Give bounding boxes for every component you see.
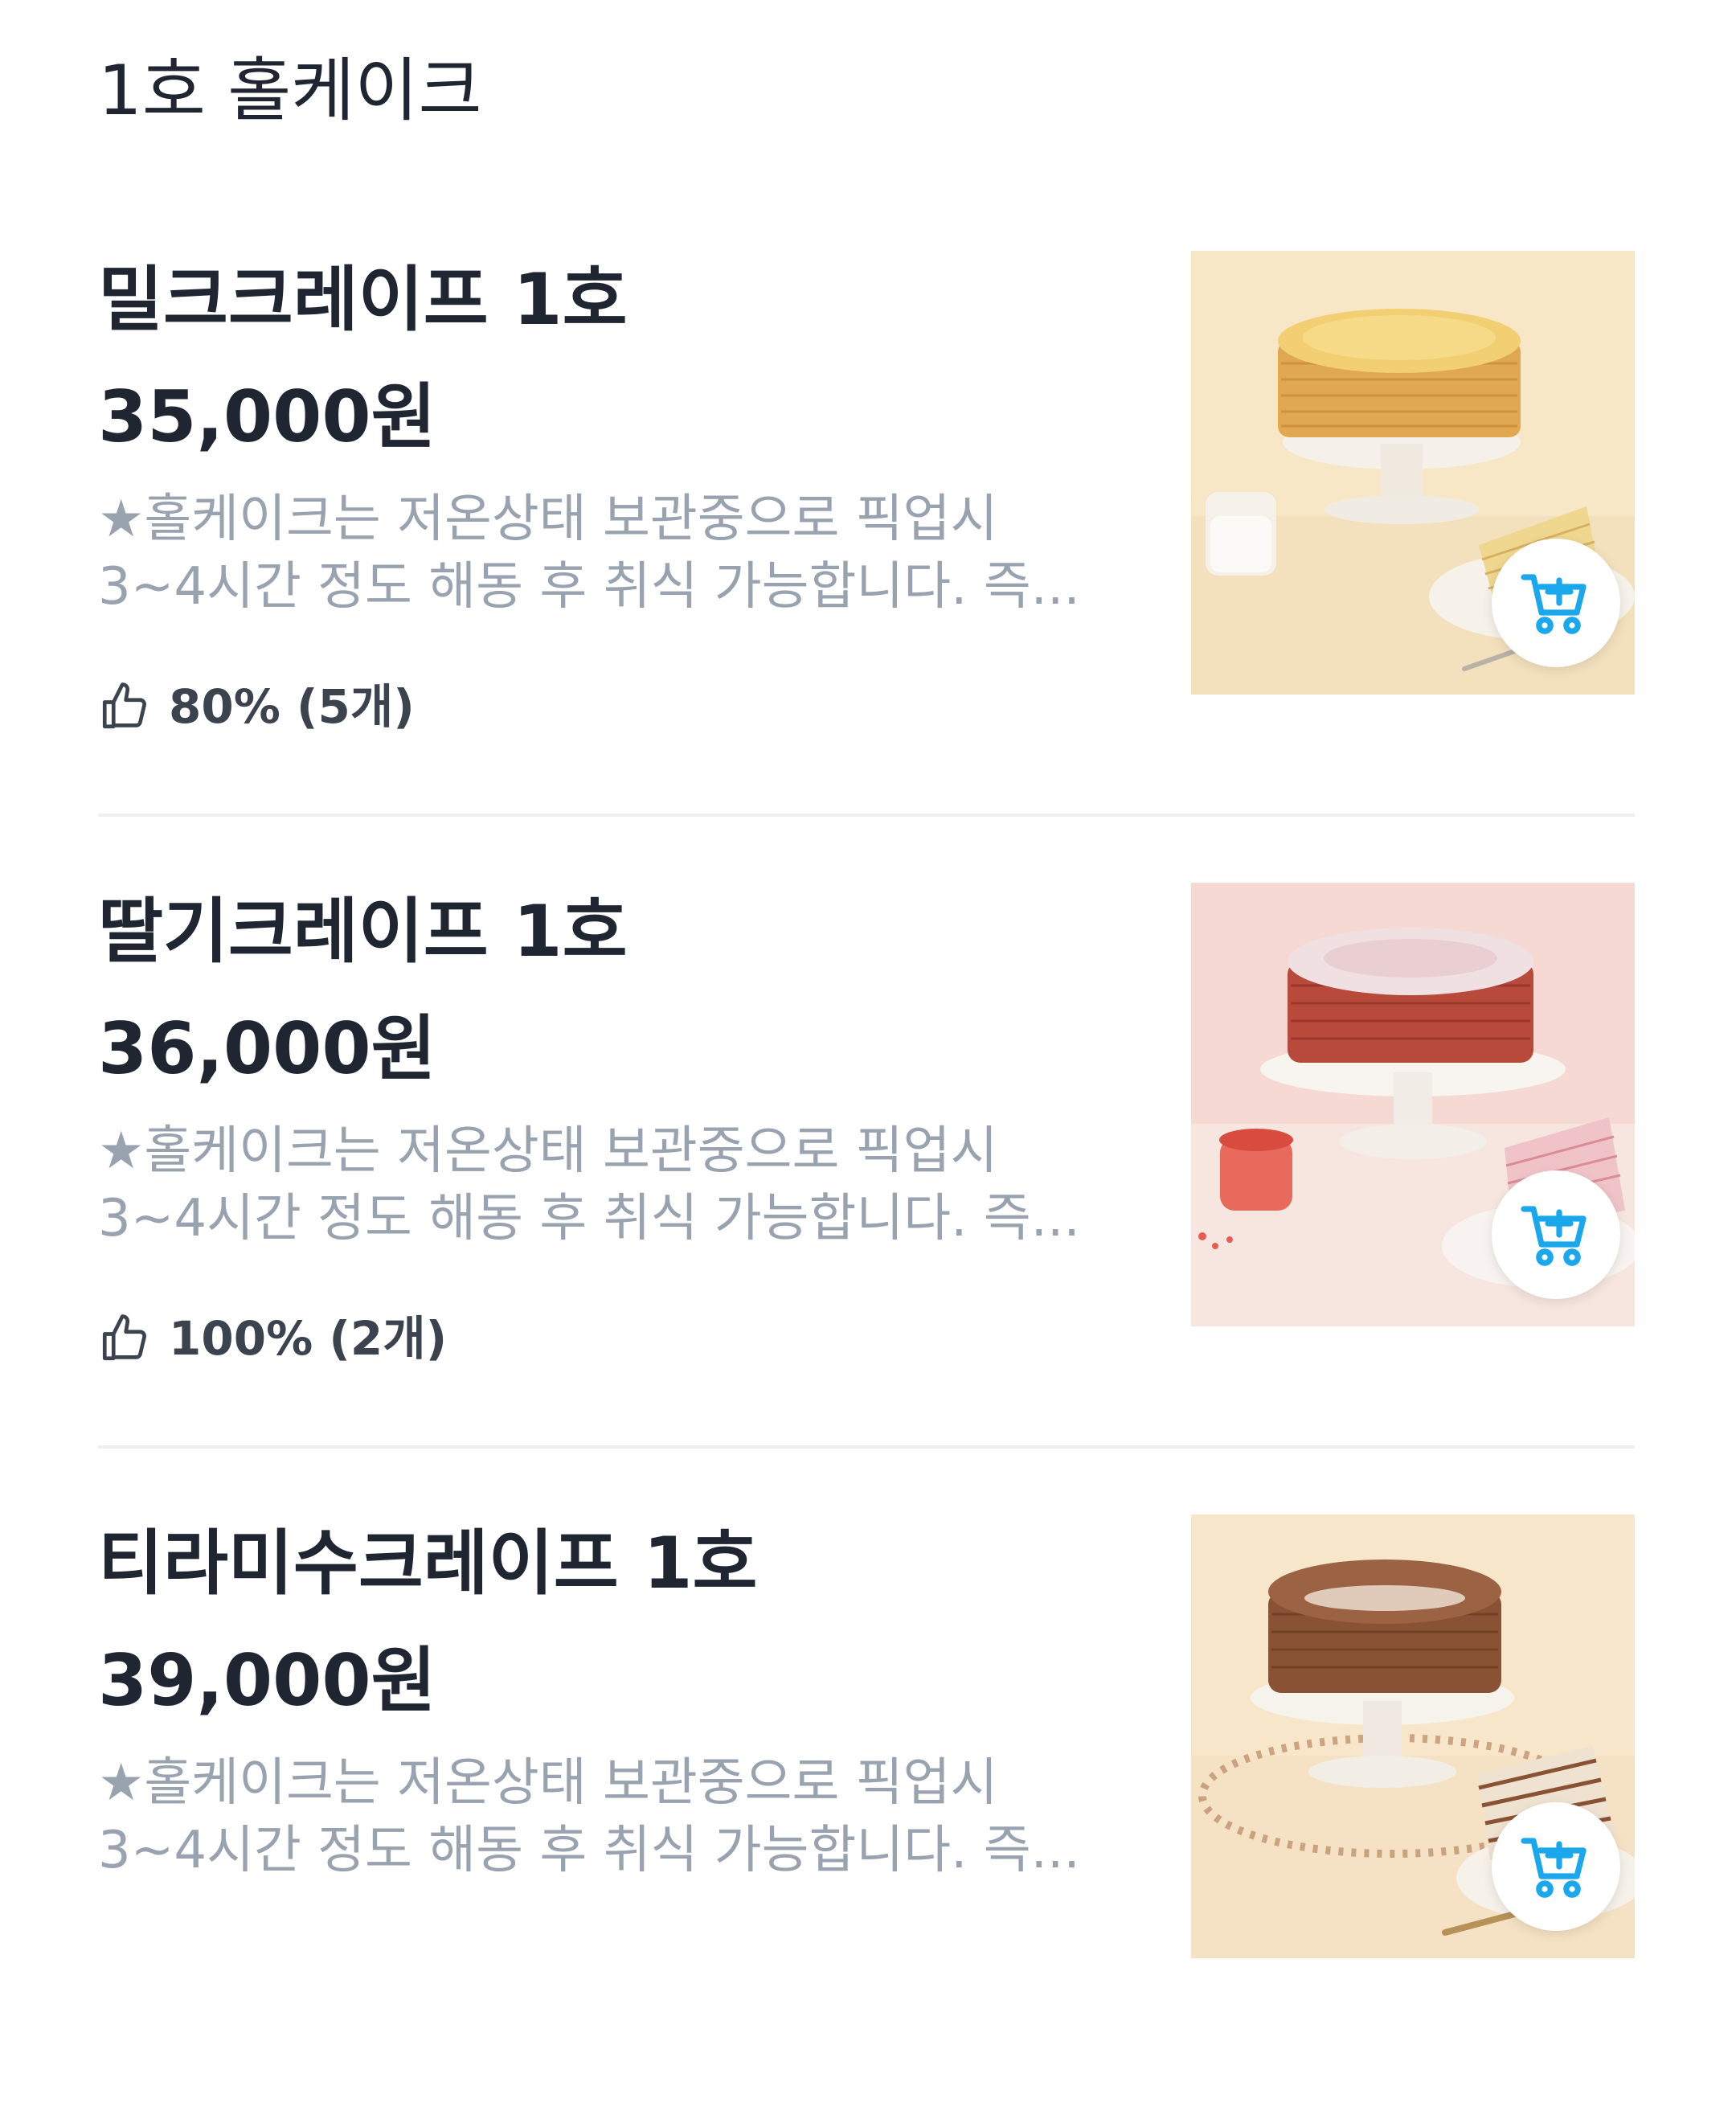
menu-item-strawberry-crepe[interactable]: 딸기크레이프 1호 36,000원 ★홀케이크는 저온상태 보관중으로 픽업시 … xyxy=(0,855,1736,1487)
cart-plus-icon xyxy=(1521,1206,1587,1266)
item-name: 티라미수크레이프 1호 xyxy=(98,1522,758,1605)
divider xyxy=(98,1445,1635,1449)
item-description: ★홀케이크는 저온상태 보관중으로 픽업시 3~4시간 정도 해동 후 취식 가… xyxy=(98,1117,1103,1252)
item-name: 밀크크레이프 1호 xyxy=(98,258,628,341)
item-rating: 100% (2개) xyxy=(98,1302,447,1375)
divider xyxy=(98,814,1635,817)
item-description-line: ★홀케이크는 저온상태 보관중으로 픽업시 xyxy=(98,1753,998,1813)
item-description-line: ★홀케이크는 저온상태 보관중으로 픽업시 xyxy=(98,490,998,549)
thumbs-up-icon xyxy=(102,682,146,729)
item-description-line: ★홀케이크는 저온상태 보관중으로 픽업시 xyxy=(98,1121,998,1181)
item-price: 39,000원 xyxy=(98,1639,436,1722)
cart-plus-icon xyxy=(1521,1838,1587,1898)
item-price: 36,000원 xyxy=(98,1007,436,1090)
item-rating: 80% (5개) xyxy=(98,670,415,743)
rating-text: 100% (2개) xyxy=(169,1311,448,1366)
menu-item-milk-crepe[interactable]: 밀크크레이프 1호 35,000원 ★홀케이크는 저온상태 보관중으로 픽업시 … xyxy=(0,223,1736,855)
item-price: 35,000원 xyxy=(98,375,436,458)
item-name: 딸기크레이프 1호 xyxy=(98,890,628,973)
item-description-line: 3~4시간 정도 해동 후 취식 가능합니다. 즉... xyxy=(98,557,1080,617)
thumbs-up-icon xyxy=(102,1314,146,1361)
add-to-cart-button[interactable] xyxy=(1492,1170,1620,1299)
menu-item-tiramisu-crepe[interactable]: 티라미수크레이프 1호 39,000원 ★홀케이크는 저온상태 보관중으로 픽업… xyxy=(0,1487,1736,2119)
item-description-line: 3~4시간 정도 해동 후 취식 가능합니다. 즉... xyxy=(98,1821,1080,1880)
item-description-line: 3~4시간 정도 해동 후 취식 가능합니다. 즉... xyxy=(98,1189,1080,1248)
add-to-cart-button[interactable] xyxy=(1492,539,1620,667)
rating-text: 80% (5개) xyxy=(169,679,415,734)
add-to-cart-button[interactable] xyxy=(1492,1802,1620,1931)
menu-list: 밀크크레이프 1호 35,000원 ★홀케이크는 저온상태 보관중으로 픽업시 … xyxy=(0,0,1736,2021)
item-description: ★홀케이크는 저온상태 보관중으로 픽업시 3~4시간 정도 해동 후 취식 가… xyxy=(98,486,1103,621)
item-description: ★홀케이크는 저온상태 보관중으로 픽업시 3~4시간 정도 해동 후 취식 가… xyxy=(98,1749,1103,1884)
cart-plus-icon xyxy=(1521,574,1587,634)
